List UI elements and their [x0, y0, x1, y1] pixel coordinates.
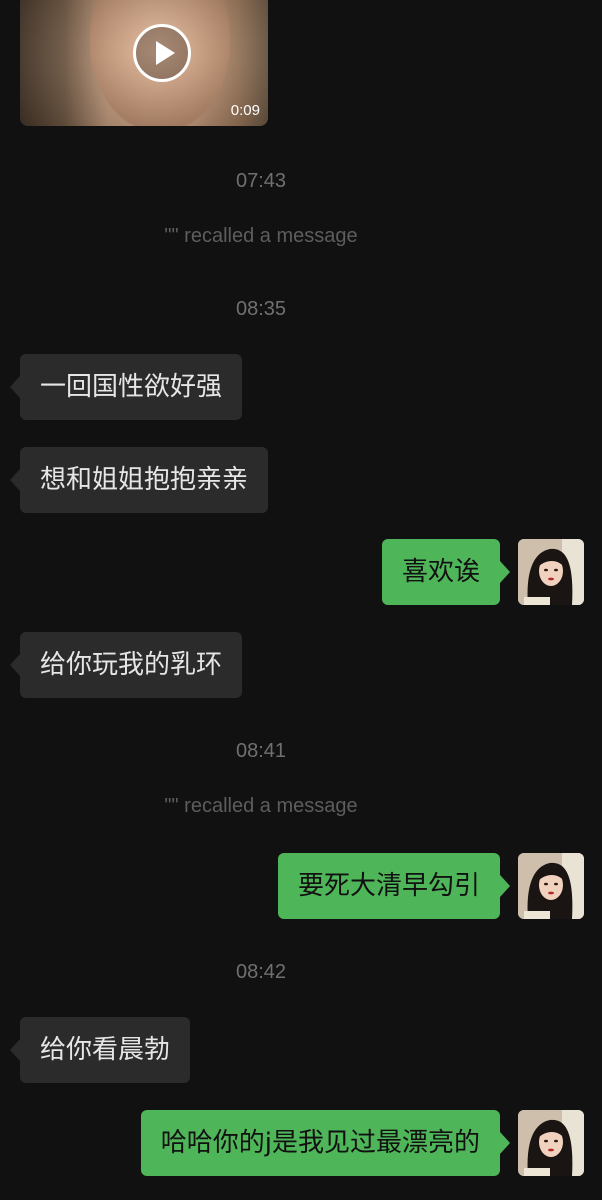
- timestamp: 08:35: [235, 298, 287, 320]
- user-avatar[interactable]: [518, 539, 584, 605]
- outgoing-message-bubble[interactable]: 哈哈你的j是我见过最漂亮的: [140, 1110, 511, 1176]
- outgoing-message-bubble[interactable]: 喜欢诶: [381, 539, 511, 605]
- avatar-image: [518, 853, 584, 919]
- play-icon[interactable]: [133, 24, 191, 82]
- incoming-message-bubble[interactable]: 给你玩我的乳环: [9, 632, 243, 698]
- timestamp: 07:43: [235, 170, 287, 192]
- outgoing-message-bubble[interactable]: 要死大清早勾引: [277, 853, 511, 919]
- user-avatar[interactable]: [518, 853, 584, 919]
- timestamp: 08:42: [235, 961, 287, 983]
- recalled-message-notice: "" recalled a message: [164, 225, 358, 247]
- avatar-image: [518, 539, 584, 605]
- video-message[interactable]: 0:09: [20, 0, 268, 126]
- incoming-message-bubble[interactable]: 给你看晨勃: [9, 1017, 191, 1083]
- incoming-message-bubble[interactable]: 一回国性欲好强: [9, 354, 243, 420]
- incoming-message-bubble[interactable]: 想和姐姐抱抱亲亲: [9, 447, 269, 513]
- user-avatar[interactable]: [518, 1110, 584, 1176]
- recalled-message-notice: "" recalled a message: [164, 795, 358, 817]
- video-duration: 0:09: [230, 102, 260, 119]
- timestamp: 08:41: [235, 740, 287, 762]
- avatar-image: [518, 1110, 584, 1176]
